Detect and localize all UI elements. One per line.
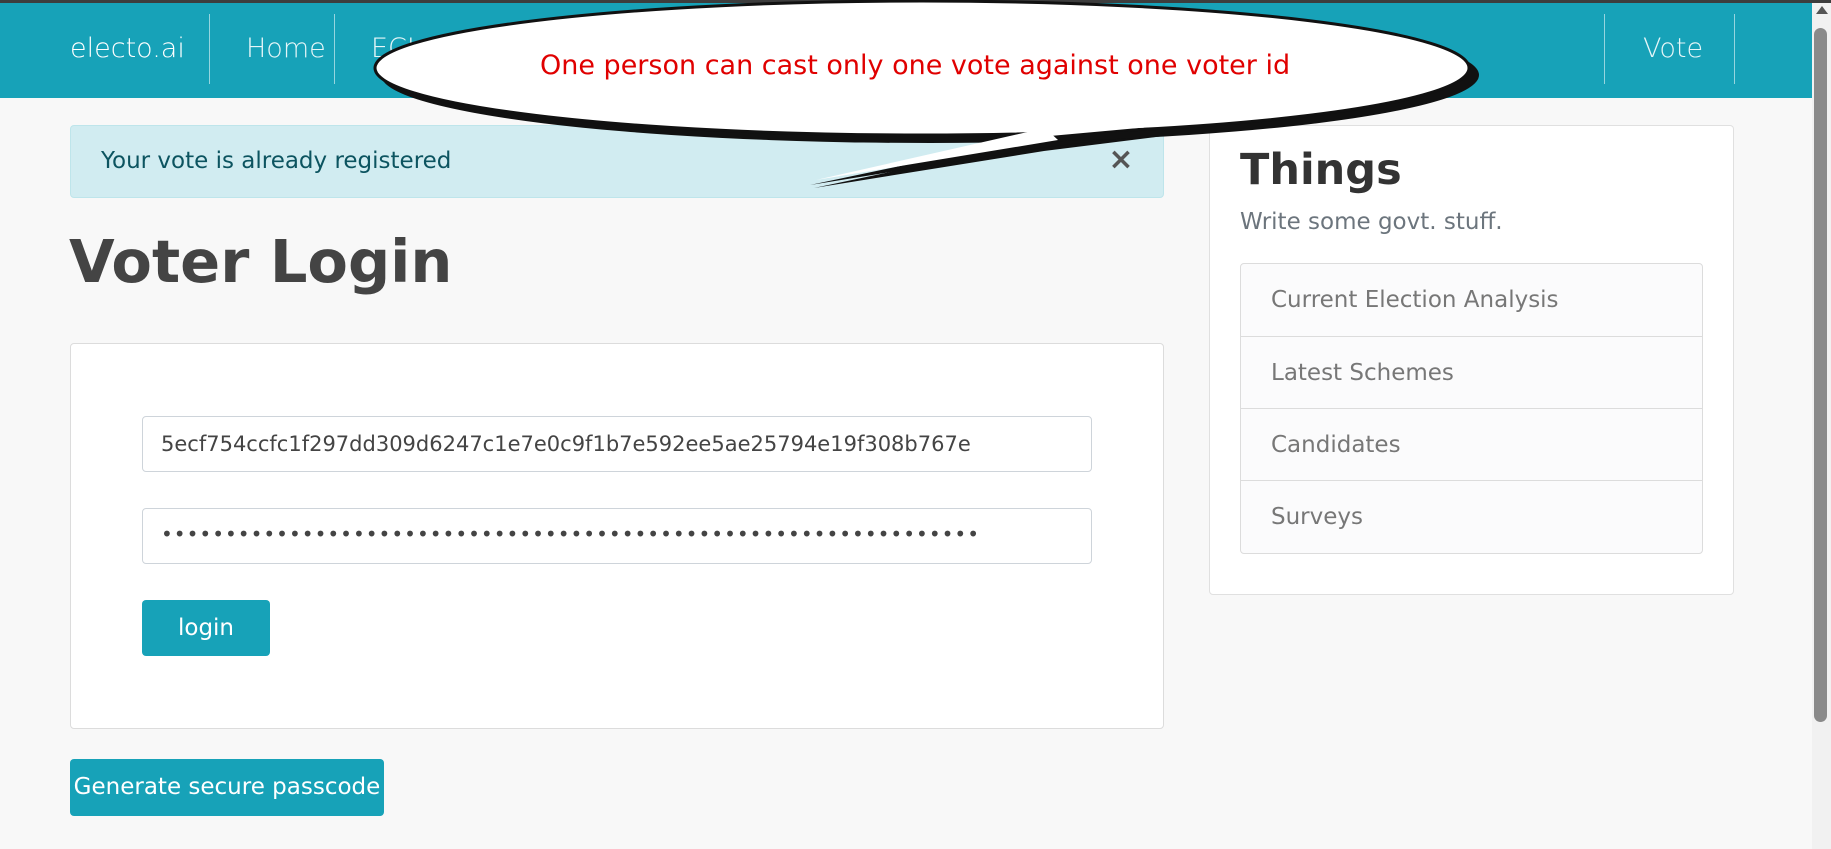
close-icon[interactable]: × xyxy=(1101,140,1141,180)
nav-divider xyxy=(1604,14,1605,84)
nav-divider xyxy=(1734,14,1735,84)
nav-divider xyxy=(334,14,335,84)
callout-text: One person can cast only one vote agains… xyxy=(540,50,1291,81)
sidebar-item-surveys[interactable]: Surveys xyxy=(1241,480,1702,552)
brand-link[interactable]: electo.ai xyxy=(70,14,185,84)
sidebar-title: Things xyxy=(1240,145,1402,195)
scroll-up-arrow-icon[interactable] xyxy=(1816,6,1828,14)
alert-message: Your vote is already registered xyxy=(101,148,452,174)
scrollbar-thumb[interactable] xyxy=(1814,28,1827,722)
passcode-field[interactable]: ••••••••••••••••••••••••••••••••••••••••… xyxy=(142,508,1092,564)
nav-vote-link[interactable]: Vote xyxy=(1643,14,1703,84)
sidebar-item-latest-schemes[interactable]: Latest Schemes xyxy=(1241,336,1702,408)
generate-passcode-button[interactable]: Generate secure passcode xyxy=(70,759,384,816)
sidebar-list: Current Election Analysis Latest Schemes… xyxy=(1240,263,1703,554)
login-button[interactable]: login xyxy=(142,600,270,656)
sidebar-subtitle: Write some govt. stuff. xyxy=(1240,209,1503,235)
nav-divider xyxy=(209,14,210,84)
sidebar-item-current-election-analysis[interactable]: Current Election Analysis xyxy=(1241,264,1702,336)
sidebar-item-candidates[interactable]: Candidates xyxy=(1241,408,1702,480)
voter-id-field[interactable]: 5ecf754ccfc1f297dd309d6247c1e7e0c9f1b7e5… xyxy=(142,416,1092,472)
nav-home-link[interactable]: Home xyxy=(246,14,326,84)
vote-registered-alert: Your vote is already registered × xyxy=(70,125,1164,198)
nav-eci-link[interactable]: ECI xyxy=(371,14,415,84)
page-title: Voter Login xyxy=(69,227,453,296)
